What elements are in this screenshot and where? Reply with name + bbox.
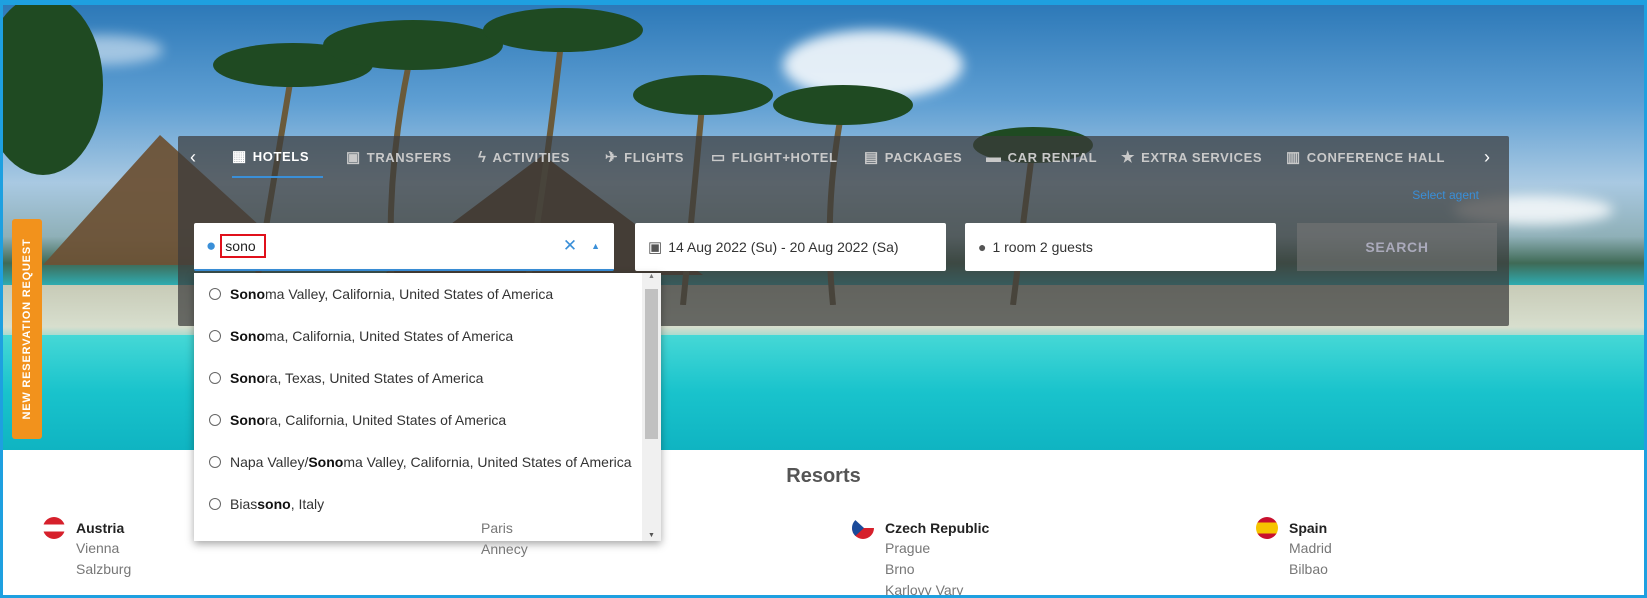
search-button[interactable]: SEARCH — [1297, 223, 1497, 271]
suggestion-suffix: ra, Texas, United States of America — [265, 370, 484, 386]
tab-label: CAR RENTAL — [1007, 149, 1098, 165]
tab-flight-hotel[interactable]: ▭ FLIGHT+HOTEL — [711, 136, 838, 178]
globe-icon — [209, 330, 221, 342]
clear-icon[interactable]: ✕ — [563, 236, 577, 256]
tab-label: HOTELS — [252, 148, 310, 164]
tab-car-rental[interactable]: ▬ CAR RENTAL — [986, 136, 1097, 178]
spain-flag-icon — [1256, 517, 1278, 539]
suggestion-item[interactable]: Bias sono, Italy — [194, 483, 641, 525]
globe-icon — [209, 414, 221, 426]
globe-icon — [209, 498, 221, 510]
star-box-icon: ★ — [1121, 148, 1136, 166]
scroll-up-icon[interactable]: ▲ — [642, 273, 661, 280]
service-tabs: ‹ ▦ HOTELS ▣ TRANSFERS ϟ ACTIVITIES ✈ FL… — [178, 136, 1509, 178]
suggestion-item[interactable]: Sono ra, Texas, United States of America — [194, 357, 641, 399]
suggestion-match: sono — [257, 496, 291, 512]
country-name[interactable]: Czech Republic — [885, 518, 989, 538]
suggestion-match: Sono — [230, 286, 265, 302]
location-pin-icon: ● — [206, 236, 217, 255]
tab-flights[interactable]: ✈ FLIGHTS — [605, 136, 684, 178]
briefcase-icon: ▤ — [864, 148, 879, 166]
suggestion-item[interactable]: Sono ma, California, United States of Ame… — [194, 315, 641, 357]
tab-label: CONFERENCE HALL — [1306, 149, 1446, 165]
presentation-icon: ▥ — [1286, 148, 1301, 166]
suggestion-match: Sono — [230, 370, 265, 386]
tab-label: FLIGHTS — [624, 149, 684, 165]
tab-extra-services[interactable]: ★ EXTRA SERVICES — [1121, 136, 1262, 178]
suggestion-prefix: Bias — [230, 496, 258, 512]
plane-icon: ✈ — [605, 148, 619, 166]
calendar-icon: ▣ — [648, 239, 663, 256]
czech-flag-icon — [852, 517, 874, 539]
tabs-next-arrow-icon[interactable]: › — [1484, 136, 1490, 178]
ticket-icon: ▭ — [711, 148, 726, 166]
tab-label: FLIGHT+HOTEL — [731, 149, 838, 165]
city-link[interactable]: Bilbao — [1289, 559, 1332, 580]
tab-activities[interactable]: ϟ ACTIVITIES — [478, 136, 570, 178]
bus-icon: ▣ — [346, 148, 361, 166]
globe-icon — [209, 288, 221, 300]
city-link[interactable]: Brno — [885, 559, 989, 580]
country-name[interactable]: Austria — [76, 518, 131, 538]
country-block-czech-republic: Czech Republic Prague Brno Karlovy Vary — [852, 517, 989, 595]
suggestion-suffix: ra, California, United States of America — [265, 412, 507, 428]
country-block-france: Paris Annecy — [448, 518, 528, 560]
country-name[interactable]: Spain — [1289, 518, 1332, 538]
country-block-austria: Austria Vienna Salzburg — [43, 517, 131, 580]
globe-icon — [209, 372, 221, 384]
guests-text: 1 room 2 guests — [992, 239, 1093, 255]
scrollbar-thumb[interactable] — [645, 289, 658, 439]
scroll-down-icon[interactable]: ▼ — [642, 532, 661, 539]
date-range-text: 14 Aug 2022 (Su) - 20 Aug 2022 (Sa) — [668, 239, 899, 255]
side-tab-label: NEW RESERVATION REQUEST — [21, 238, 33, 420]
person-icon: ● — [978, 239, 987, 255]
suggestion-item[interactable]: Sono ma Valley, California, United States… — [194, 273, 641, 315]
city-link[interactable]: Madrid — [1289, 538, 1332, 559]
tab-label: TRANSFERS — [366, 149, 452, 165]
browser-viewport: NEW RESERVATION REQUEST ‹ ▦ HOTELS ▣ TRA… — [0, 0, 1647, 598]
select-agent-link[interactable]: Select agent — [1412, 188, 1479, 202]
tab-label: EXTRA SERVICES — [1141, 149, 1263, 165]
building-icon: ▦ — [232, 147, 247, 165]
city-link[interactable]: Vienna — [76, 538, 131, 559]
city-link[interactable]: Prague — [885, 538, 989, 559]
date-range-field[interactable]: ▣ 14 Aug 2022 (Su) - 20 Aug 2022 (Sa) — [635, 223, 946, 271]
city-link[interactable]: Salzburg — [76, 559, 131, 580]
resorts-heading: Resorts — [786, 465, 861, 487]
tabs-prev-arrow-icon[interactable]: ‹ — [190, 136, 196, 178]
suggestion-suffix: ma, California, United States of America — [265, 328, 514, 344]
country-block-spain: Spain Madrid Bilbao — [1256, 517, 1332, 580]
suggestion-suffix: ma Valley, California, United States of … — [265, 286, 554, 302]
suggestion-match: Sono — [230, 328, 265, 344]
new-reservation-request-tab[interactable]: NEW RESERVATION REQUEST — [12, 219, 42, 439]
destination-suggestions: Sono ma Valley, California, United States… — [194, 273, 661, 541]
city-link[interactable]: Karlovy Vary — [885, 580, 989, 595]
tab-label: ACTIVITIES — [492, 149, 571, 165]
tab-transfers[interactable]: ▣ TRANSFERS — [346, 136, 452, 178]
austria-flag-icon — [43, 517, 65, 539]
suggestion-suffix: , Italy — [290, 496, 325, 512]
car-icon: ▬ — [986, 148, 1002, 166]
dropdown-scrollbar[interactable]: ▲ ▼ — [642, 273, 661, 541]
destination-field[interactable]: ● ✕ ▲ — [194, 223, 614, 271]
tab-conference-hall[interactable]: ▥ CONFERENCE HALL — [1286, 136, 1445, 178]
destination-input[interactable] — [220, 234, 267, 258]
suggestion-item[interactable]: Sono ra, California, United States of Ame… — [194, 399, 641, 441]
chevron-up-icon[interactable]: ▲ — [591, 241, 600, 251]
lightning-icon: ϟ — [478, 148, 487, 166]
city-link[interactable]: Annecy — [481, 539, 528, 560]
guests-field[interactable]: ● 1 room 2 guests — [965, 223, 1276, 271]
tab-label: PACKAGES — [884, 149, 963, 165]
tab-packages[interactable]: ▤ PACKAGES — [864, 136, 962, 178]
suggestion-match: Sono — [230, 412, 265, 428]
city-link[interactable]: Paris — [481, 518, 528, 539]
tab-hotels[interactable]: ▦ HOTELS — [232, 136, 324, 178]
